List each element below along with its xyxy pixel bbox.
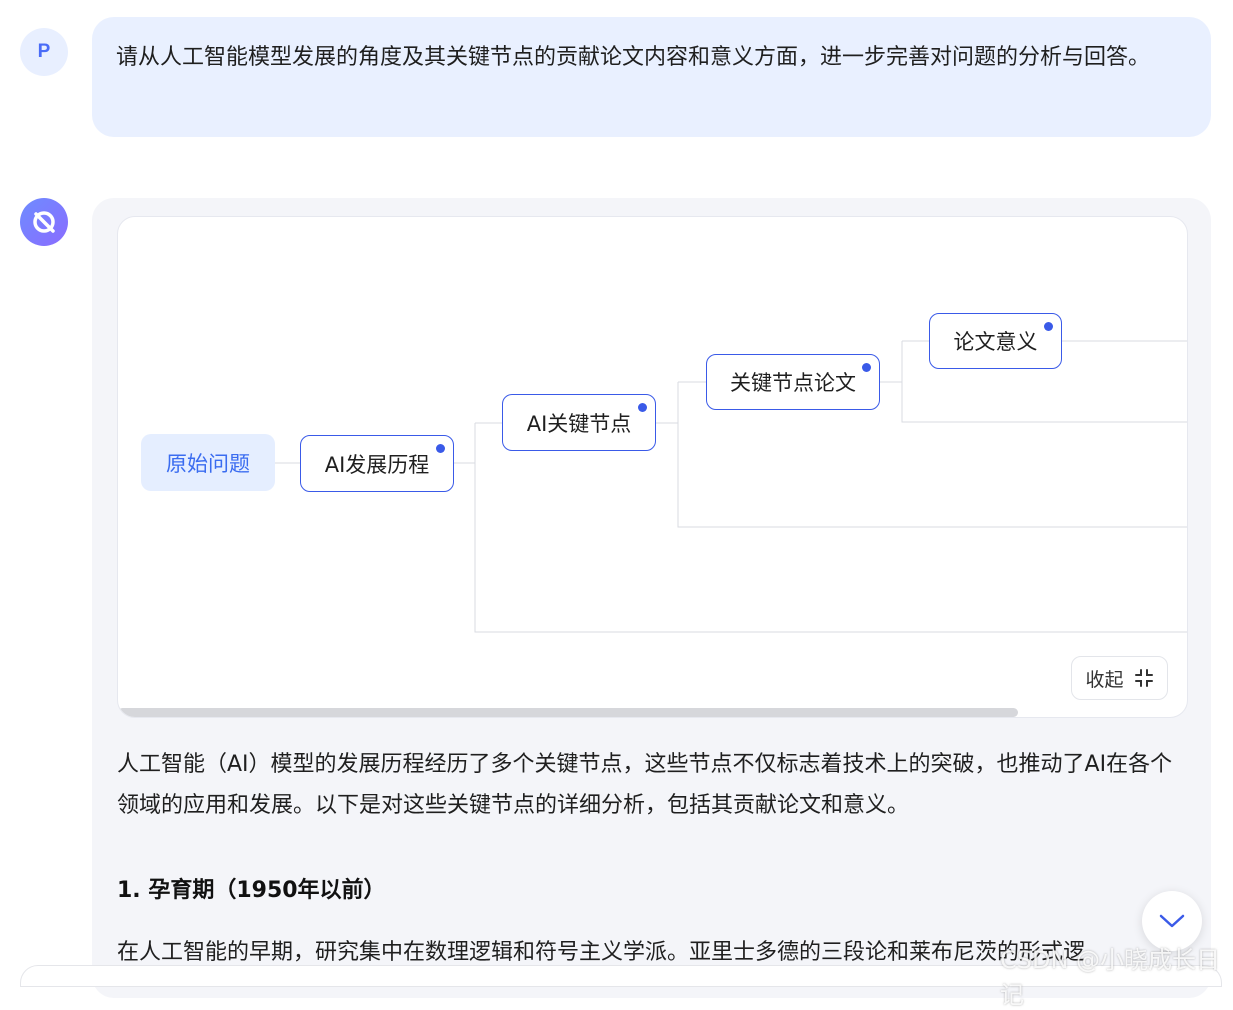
node-label: AI关键节点: [526, 411, 632, 436]
ai-avatar: [20, 198, 68, 246]
mindmap-node-key-papers[interactable]: 关键节点论文: [706, 354, 880, 410]
mindmap-connectors: [275, 340, 1187, 633]
expand-dot-icon: [638, 403, 647, 412]
collapse-button[interactable]: 收起: [1071, 656, 1168, 700]
expand-dot-icon: [1044, 322, 1053, 331]
mindmap-node-ai-key-points[interactable]: AI关键节点: [502, 394, 656, 451]
watermark: CSDN @小晓成长日记: [1000, 946, 1221, 1009]
chevron-down-icon: [1159, 914, 1185, 928]
ai-logo-icon: [33, 211, 55, 233]
collapse-icon: [1134, 669, 1153, 687]
mindmap-node-paper-significance[interactable]: 论文意义: [929, 313, 1062, 369]
mindmap-root-node[interactable]: 原始问题: [141, 434, 275, 491]
node-label: 论文意义: [953, 330, 1038, 354]
node-label: AI发展历程: [324, 452, 430, 477]
expand-dot-icon: [436, 444, 445, 453]
node-label: 关键节点论文: [730, 371, 856, 395]
user-avatar: P: [20, 28, 68, 76]
user-message: 请从人工智能模型发展的角度及其关键节点的贡献论文内容和意义方面，进一步完善对问题…: [92, 17, 1211, 137]
answer-intro: 人工智能（AI）模型的发展历程经历了多个关键节点，这些节点不仅标志着技术上的突破…: [117, 752, 1173, 818]
mindmap-card[interactable]: 原始问题 AI发展历程 AI关键节点 关键节点论文 论文意义 收起: [117, 216, 1188, 718]
expand-dot-icon: [862, 363, 871, 372]
section-heading: 1. 孕育期（1950年以前）: [117, 878, 386, 903]
collapse-label: 收起: [1085, 668, 1124, 691]
mindmap-node-ai-history[interactable]: AI发展历程: [300, 435, 454, 492]
horizontal-scrollbar[interactable]: [118, 708, 1018, 717]
